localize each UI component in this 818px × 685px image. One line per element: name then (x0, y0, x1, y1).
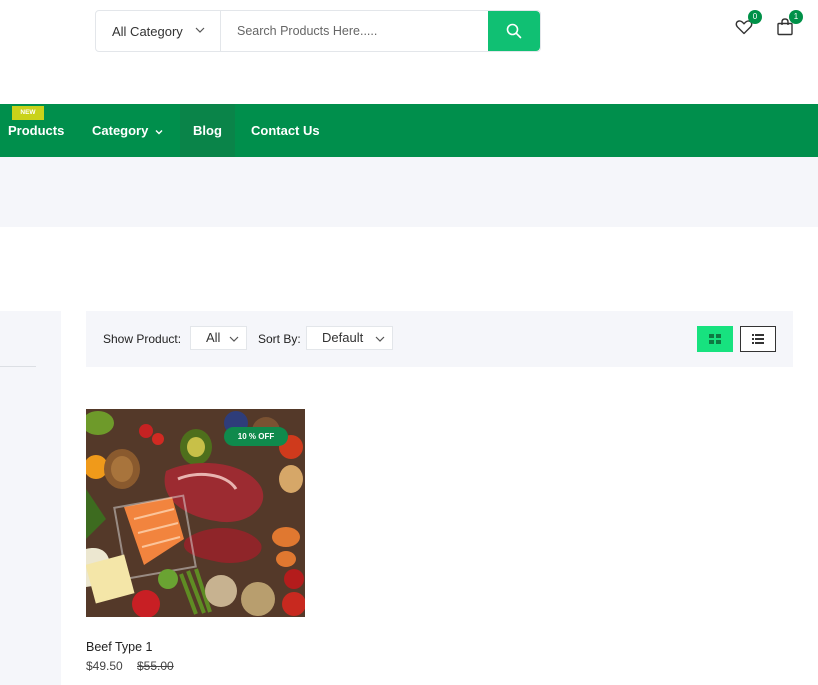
category-select[interactable]: All Category (96, 11, 221, 51)
grid-icon (709, 334, 721, 344)
search-bar: All Category (95, 10, 541, 52)
nav-item-label: Contact Us (251, 123, 320, 138)
chevron-down-icon (195, 27, 205, 33)
cart-button[interactable]: 1 (775, 10, 803, 37)
show-product-label: Show Product: (103, 332, 182, 346)
search-icon (506, 23, 522, 39)
show-product-select[interactable]: All (190, 326, 247, 350)
product-toolbar: Show Product: All Sort By: Default (86, 311, 793, 367)
new-badge: NEW (12, 106, 44, 120)
chevron-down-icon (375, 336, 385, 342)
page-banner (0, 157, 818, 227)
list-icon (752, 334, 764, 344)
sort-by-select[interactable]: Default (306, 326, 393, 350)
grid-view-button[interactable] (697, 326, 733, 352)
main-nav: Products Category Blog Contact Us (0, 104, 818, 157)
wishlist-count-badge: 0 (748, 10, 762, 24)
sidebar (0, 311, 61, 685)
nav-item-label: Blog (193, 123, 222, 138)
cart-count-badge: 1 (789, 10, 803, 24)
sort-by-value: Default (322, 330, 364, 345)
product-name[interactable]: Beef Type 1 (86, 640, 153, 654)
chevron-down-icon (229, 336, 239, 342)
show-product-value: All (206, 330, 221, 345)
chevron-down-icon (155, 129, 163, 135)
sort-by-label: Sort By: (258, 332, 301, 346)
search-input[interactable] (221, 11, 488, 51)
nav-item-label: Products (8, 123, 65, 138)
category-select-value: All Category (112, 23, 183, 39)
sidebar-divider (0, 366, 36, 367)
product-price: $49.50 (86, 659, 123, 673)
list-view-button[interactable] (740, 326, 776, 352)
nav-item-blog[interactable]: Blog (180, 104, 235, 157)
nav-item-contact-us[interactable]: Contact Us (251, 104, 320, 157)
wishlist-button[interactable]: 0 (734, 10, 762, 37)
nav-item-label: Category (92, 123, 149, 138)
search-button[interactable] (488, 11, 540, 51)
product-old-price: $55.00 (137, 659, 174, 673)
nav-item-category[interactable]: Category (92, 104, 164, 157)
discount-badge: 10 % OFF (224, 427, 288, 446)
